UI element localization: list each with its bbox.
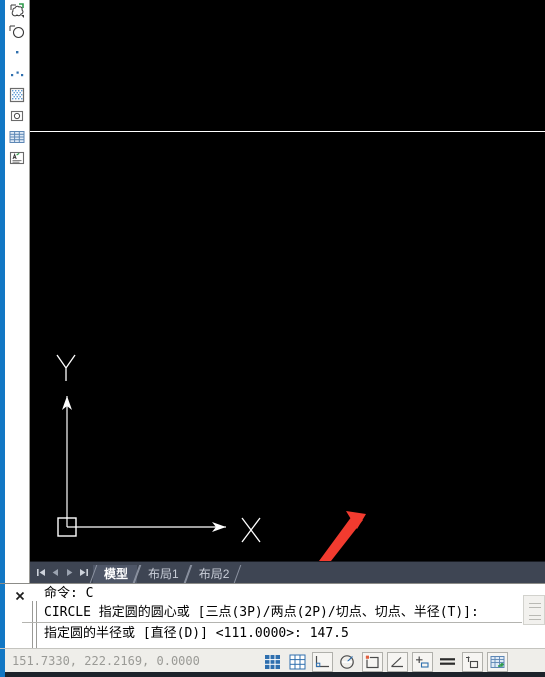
- tab-nav-group: [30, 562, 93, 583]
- layout-tabs: 模型 布局1 布局2: [93, 562, 238, 583]
- dynamic-input-icon[interactable]: [437, 652, 458, 672]
- model-paper-space-icon[interactable]: [487, 652, 508, 672]
- last-tab-icon[interactable]: [76, 564, 90, 582]
- status-toggle-group: [262, 652, 512, 672]
- ucs-icon: [56, 354, 261, 543]
- command-line-1: 命令: C: [44, 586, 94, 601]
- tab-layout2[interactable]: 布局2: [188, 565, 239, 583]
- revision-cloud-icon[interactable]: [6, 1, 28, 21]
- command-prompt-line[interactable]: 指定圆的半径或 [直径(D)] <111.0000>: 147.5: [22, 622, 522, 645]
- region-icon[interactable]: [6, 22, 28, 42]
- grid-icon[interactable]: [287, 652, 308, 672]
- autocad-window: 模型 布局1 布局2 命令: C CIRCLE 指定圆的圆心或 [三点(3P)/…: [0, 0, 545, 677]
- status-bar: 151.7330, 222.2169, 0.0000: [0, 648, 545, 677]
- command-window[interactable]: 命令: C CIRCLE 指定圆的圆心或 [三点(3P)/两点(2P)/切点、切…: [0, 583, 545, 648]
- tab-layout1[interactable]: 布局1: [137, 565, 188, 583]
- hatch-icon[interactable]: [6, 85, 28, 105]
- table-icon[interactable]: [6, 127, 28, 147]
- annotation-arrow-icon: [319, 511, 366, 561]
- tab-model[interactable]: 模型: [93, 565, 138, 583]
- drawn-line: [30, 131, 545, 132]
- multiline-text-icon[interactable]: [6, 148, 28, 168]
- object-snap-icon[interactable]: [362, 652, 383, 672]
- divide-points-icon[interactable]: [6, 64, 28, 84]
- command-line-2: CIRCLE 指定圆的圆心或 [三点(3P)/两点(2P)/切点、切点、半径(T…: [44, 605, 479, 620]
- command-history: 命令: C CIRCLE 指定圆的圆心或 [三点(3P)/两点(2P)/切点、切…: [22, 584, 522, 645]
- layout-tab-bar: 模型 布局1 布局2: [30, 561, 545, 583]
- draw-toolbar: [5, 0, 29, 169]
- dynamic-ucs-icon[interactable]: [412, 652, 433, 672]
- point-icon[interactable]: [6, 43, 28, 63]
- status-bottom-rule: [5, 672, 545, 677]
- command-accent-strip: [0, 584, 5, 648]
- ortho-icon[interactable]: [312, 652, 333, 672]
- tab-model-label: 模型: [104, 567, 129, 581]
- docked-palette-sliver[interactable]: [523, 595, 545, 625]
- left-dock: [0, 0, 30, 648]
- snap-grid-icon[interactable]: [262, 652, 283, 672]
- tab-layout1-label: 布局1: [148, 567, 179, 581]
- next-tab-icon[interactable]: [62, 564, 76, 582]
- object-snap-tracking-icon[interactable]: [387, 652, 408, 672]
- coordinate-readout[interactable]: 151.7330, 222.2169, 0.0000: [12, 654, 200, 668]
- lineweight-icon[interactable]: [462, 652, 483, 672]
- prev-tab-icon[interactable]: [48, 564, 62, 582]
- polar-tracking-icon[interactable]: [337, 652, 358, 672]
- gradient-icon[interactable]: [6, 106, 28, 126]
- tab-layout2-label: 布局2: [198, 567, 230, 581]
- first-tab-icon[interactable]: [34, 564, 48, 582]
- drawing-canvas[interactable]: [30, 0, 545, 561]
